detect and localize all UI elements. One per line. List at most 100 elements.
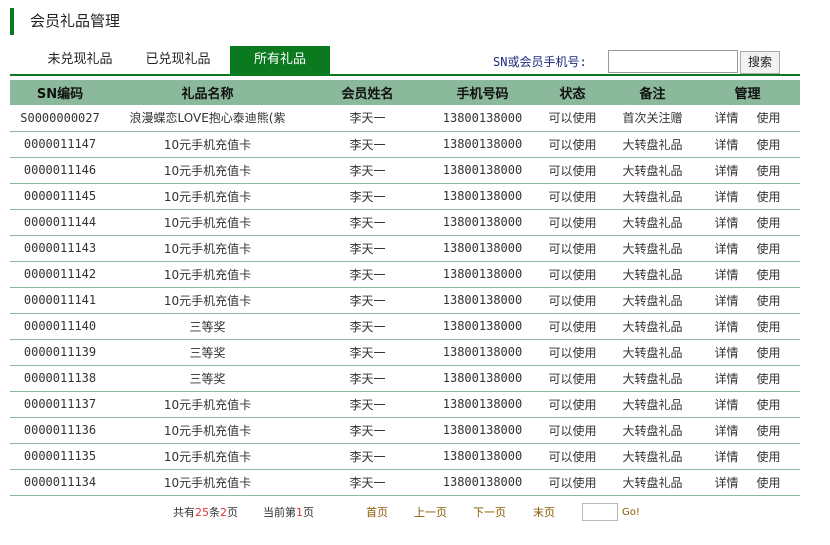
col-header-member-name: 会员姓名 <box>305 80 430 105</box>
member-name-cell: 李天一 <box>305 313 430 340</box>
pager-page-input[interactable] <box>582 503 618 521</box>
status-cell: 可以使用 <box>535 313 610 340</box>
phone-cell: 13800138000 <box>430 417 535 444</box>
detail-link[interactable]: 详情 <box>714 190 738 204</box>
use-link[interactable]: 使用 <box>757 476 781 490</box>
detail-link[interactable]: 详情 <box>714 346 738 360</box>
gift-name-cell: 浪漫蝶恋LOVE抱心泰迪熊(紫 <box>110 105 305 132</box>
table-row: 0000011136 10元手机充值卡 李天一 13800138000 可以使用 大转盘礼… <box>10 417 800 444</box>
detail-link[interactable]: 详情 <box>714 111 738 125</box>
use-link[interactable]: 使用 <box>757 294 781 308</box>
phone-cell: 13800138000 <box>430 183 535 210</box>
table-row: 0000011143 10元手机充值卡 李天一 13800138000 可以使用 大转盘礼… <box>10 235 800 262</box>
member-name-cell: 李天一 <box>305 443 430 470</box>
remark-cell: 首次关注赠 <box>610 105 695 132</box>
table-row: 0000011139 三等奖 李天一 13800138000 可以使用 大转盘礼品 详情 使用 <box>10 339 800 366</box>
gift-table: SN编码 礼品名称 会员姓名 手机号码 状态 备注 管理 S0000000027… <box>10 80 800 496</box>
use-link[interactable]: 使用 <box>757 268 781 282</box>
use-link[interactable]: 使用 <box>757 216 781 230</box>
remark-cell: 大转盘礼品 <box>610 209 695 236</box>
detail-link[interactable]: 详情 <box>714 216 738 230</box>
gift-name-cell: 10元手机充值卡 <box>110 287 305 314</box>
detail-link[interactable]: 详情 <box>714 450 738 464</box>
table-row: 0000011145 10元手机充值卡 李天一 13800138000 可以使用 大转盘礼… <box>10 183 800 210</box>
actions-cell: 详情 使用 <box>695 443 800 470</box>
status-cell: 可以使用 <box>535 209 610 236</box>
table-row: 0000011137 10元手机充值卡 李天一 13800138000 可以使用 大转盘礼… <box>10 391 800 418</box>
status-cell: 可以使用 <box>535 339 610 366</box>
phone-cell: 13800138000 <box>430 131 535 158</box>
pager-prev-link[interactable]: 上一页 <box>414 505 447 521</box>
member-name-cell: 李天一 <box>305 391 430 418</box>
remark-cell: 大转盘礼品 <box>610 313 695 340</box>
status-cell: 可以使用 <box>535 469 610 496</box>
sn-cell: 0000011143 <box>10 235 110 262</box>
detail-link[interactable]: 详情 <box>714 164 738 178</box>
phone-cell: 13800138000 <box>430 391 535 418</box>
use-link[interactable]: 使用 <box>757 138 781 152</box>
detail-link[interactable]: 详情 <box>714 242 738 256</box>
pager-first-link[interactable]: 首页 <box>366 505 388 521</box>
actions-cell: 详情 使用 <box>695 183 800 210</box>
remark-cell: 大转盘礼品 <box>610 417 695 444</box>
sn-cell: 0000011142 <box>10 261 110 288</box>
phone-cell: 13800138000 <box>430 313 535 340</box>
gift-name-cell: 10元手机充值卡 <box>110 391 305 418</box>
search-input[interactable] <box>608 50 738 73</box>
tab-unredeemed[interactable]: 未兑现礼品 <box>32 46 128 74</box>
actions-cell: 详情 使用 <box>695 105 800 132</box>
phone-cell: 13800138000 <box>430 235 535 262</box>
use-link[interactable]: 使用 <box>757 111 781 125</box>
use-link[interactable]: 使用 <box>757 164 781 178</box>
actions-cell: 详情 使用 <box>695 391 800 418</box>
pager-go-button[interactable]: Go! <box>622 507 640 518</box>
detail-link[interactable]: 详情 <box>714 320 738 334</box>
tab-all-gifts[interactable]: 所有礼品 <box>230 46 330 74</box>
detail-link[interactable]: 详情 <box>714 398 738 412</box>
pager-current: 当前第1页 <box>263 506 314 519</box>
phone-cell: 13800138000 <box>430 261 535 288</box>
sn-cell: 0000011147 <box>10 131 110 158</box>
gift-name-cell: 10元手机充值卡 <box>110 183 305 210</box>
table-row: 0000011142 10元手机充值卡 李天一 13800138000 可以使用 大转盘礼… <box>10 261 800 288</box>
pager-next-link[interactable]: 下一页 <box>473 505 506 521</box>
remark-cell: 大转盘礼品 <box>610 391 695 418</box>
sn-cell: 0000011144 <box>10 209 110 236</box>
gift-name-cell: 10元手机充值卡 <box>110 157 305 184</box>
remark-cell: 大转盘礼品 <box>610 261 695 288</box>
sn-cell: 0000011135 <box>10 443 110 470</box>
sn-cell: 0000011140 <box>10 313 110 340</box>
col-header-actions: 管理 <box>695 80 800 105</box>
detail-link[interactable]: 详情 <box>714 372 738 386</box>
remark-cell: 大转盘礼品 <box>610 235 695 262</box>
use-link[interactable]: 使用 <box>757 450 781 464</box>
status-cell: 可以使用 <box>535 417 610 444</box>
search-button[interactable]: 搜索 <box>740 51 780 74</box>
use-link[interactable]: 使用 <box>757 190 781 204</box>
use-link[interactable]: 使用 <box>757 320 781 334</box>
use-link[interactable]: 使用 <box>757 346 781 360</box>
detail-link[interactable]: 详情 <box>714 476 738 490</box>
use-link[interactable]: 使用 <box>757 398 781 412</box>
remark-cell: 大转盘礼品 <box>610 183 695 210</box>
detail-link[interactable]: 详情 <box>714 268 738 282</box>
pager-last-link[interactable]: 末页 <box>533 505 555 521</box>
use-link[interactable]: 使用 <box>757 242 781 256</box>
status-cell: 可以使用 <box>535 183 610 210</box>
actions-cell: 详情 使用 <box>695 339 800 366</box>
gift-name-cell: 10元手机充值卡 <box>110 209 305 236</box>
sn-cell: 0000011146 <box>10 157 110 184</box>
use-link[interactable]: 使用 <box>757 424 781 438</box>
detail-link[interactable]: 详情 <box>714 424 738 438</box>
table-row: S0000000027 浪漫蝶恋LOVE抱心泰迪熊(紫 李天一 13800138000… <box>10 105 800 132</box>
gift-name-cell: 10元手机充值卡 <box>110 469 305 496</box>
detail-link[interactable]: 详情 <box>714 138 738 152</box>
sn-cell: 0000011138 <box>10 365 110 392</box>
member-name-cell: 李天一 <box>305 209 430 236</box>
status-cell: 可以使用 <box>535 261 610 288</box>
remark-cell: 大转盘礼品 <box>610 157 695 184</box>
remark-cell: 大转盘礼品 <box>610 365 695 392</box>
use-link[interactable]: 使用 <box>757 372 781 386</box>
tab-redeemed[interactable]: 已兑现礼品 <box>130 46 226 74</box>
detail-link[interactable]: 详情 <box>714 294 738 308</box>
